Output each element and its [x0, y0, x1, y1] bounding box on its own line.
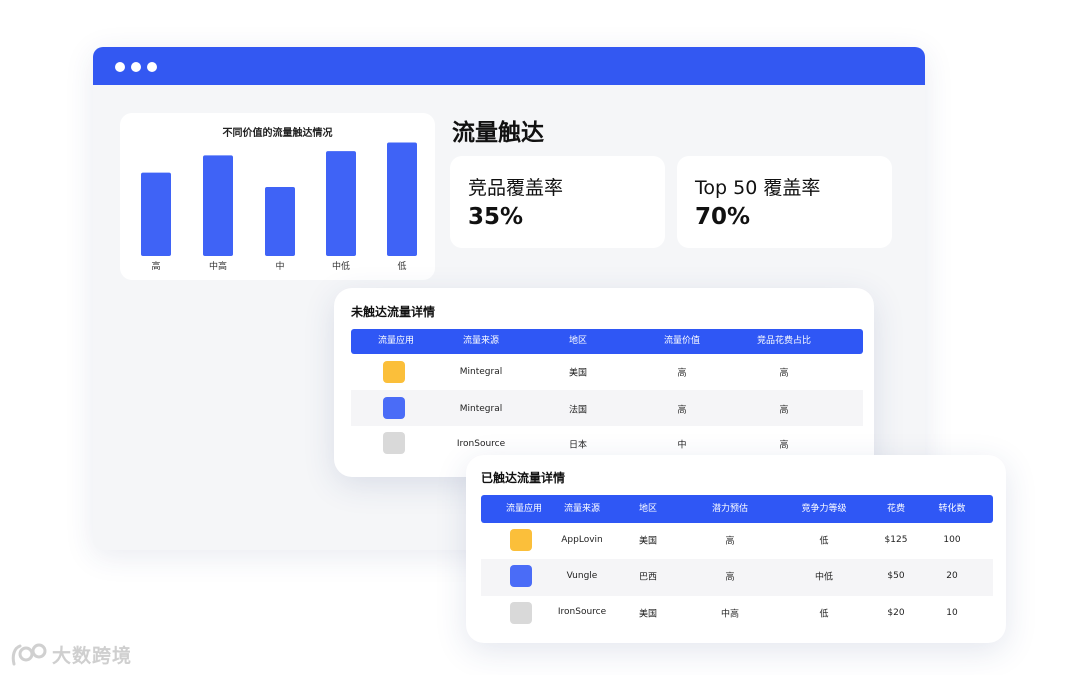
column-header[interactable]: 流量价值 [664, 329, 700, 354]
panel-title: 已触达流量详情 [481, 471, 566, 485]
traffic-source: IronSource [557, 607, 607, 617]
traffic-value: 高 [677, 368, 687, 379]
region: 美国 [568, 368, 588, 379]
table-header: 流量应用 流量来源 地区 流量价值 竞品花费占比 [351, 329, 863, 354]
potential: 高 [725, 536, 735, 547]
traffic-source: Mintegral [459, 404, 503, 414]
window-dot-icon[interactable] [115, 62, 125, 72]
potential: 高 [725, 572, 735, 583]
watermark-logo-icon [11, 643, 47, 665]
app-icon [510, 529, 532, 551]
app-icon [383, 432, 405, 454]
bar-高[interactable] [141, 172, 171, 256]
window-dot-icon[interactable] [147, 62, 157, 72]
competitor-spend-share: 高 [779, 368, 789, 379]
column-header[interactable]: 花费 [887, 495, 905, 523]
conversions: 100 [943, 535, 961, 545]
window-dot-icon[interactable] [131, 62, 141, 72]
watermark-text: 大数跨境 [52, 645, 133, 667]
traffic-source: IronSource [456, 439, 506, 449]
x-tick-label: 低 [397, 260, 406, 272]
column-header[interactable]: 流量应用 [378, 329, 414, 354]
traffic-source: AppLovin [561, 535, 603, 545]
app-icon [510, 565, 532, 587]
spend: $125 [884, 535, 908, 545]
bar-中低[interactable] [326, 151, 356, 256]
table-row[interactable]: Mintegral 美国 高 高 [351, 354, 863, 390]
column-header[interactable]: 地区 [639, 495, 657, 523]
column-header[interactable]: 流量应用 [506, 495, 542, 523]
column-header[interactable]: 竞品花费占比 [757, 329, 811, 354]
region: 巴西 [638, 572, 658, 583]
x-tick-label: 高 [151, 260, 160, 272]
watermark: 大数跨境 [10, 641, 132, 668]
table-row[interactable]: Vungle 巴西 高 中低 $50 20 [481, 559, 993, 596]
stat-card-top50-coverage: Top 50 覆盖率 70% [677, 156, 892, 248]
competition-level: 低 [819, 609, 829, 620]
competitor-spend-share: 高 [779, 405, 789, 416]
window-titlebar [93, 47, 925, 85]
traffic-value: 高 [677, 405, 687, 416]
table-header: 流量应用 流量来源 地区 潜力预估 竞争力等级 花费 转化数 [481, 495, 993, 523]
bar-chart: 高 中高 中 中低 低 [141, 142, 417, 272]
panel-title: 未触达流量详情 [351, 305, 436, 319]
potential: 中高 [720, 609, 740, 620]
conversions: 20 [946, 571, 958, 581]
competition-level: 低 [819, 536, 829, 547]
competition-level: 中低 [814, 572, 834, 583]
app-icon [510, 602, 532, 624]
bar-低[interactable] [387, 142, 417, 256]
stat-card-competitor-coverage: 竞品覆盖率 35% [450, 156, 665, 248]
x-tick-label: 中低 [332, 260, 350, 272]
app-icon [383, 397, 405, 419]
chart-card: 不同价值的流量触达情况 高中高中中低低 [120, 113, 435, 280]
stat-label: Top 50 覆盖率 [695, 177, 821, 199]
x-tick-label: 中 [275, 260, 284, 272]
traffic-value: 中 [677, 440, 687, 451]
touched-traffic-panel: 已触达流量详情 流量应用 流量来源 地区 潜力预估 竞争力等级 花费 转化数 A… [466, 455, 1006, 643]
region: 法国 [568, 405, 588, 416]
column-header[interactable]: 地区 [569, 329, 587, 354]
app-icon [383, 361, 405, 383]
table-row[interactable]: IronSource 美国 中高 低 $20 10 [481, 596, 993, 632]
conversions: 10 [946, 608, 958, 618]
stat-label: 竞品覆盖率 [468, 177, 564, 199]
bar-中[interactable] [265, 187, 295, 256]
region: 日本 [568, 440, 588, 451]
spend: $50 [887, 571, 905, 581]
spend: $20 [887, 608, 905, 618]
competitor-spend-share: 高 [779, 440, 789, 451]
column-header[interactable]: 流量来源 [564, 495, 600, 523]
column-header[interactable]: 转化数 [938, 495, 965, 523]
stat-value: 70% [695, 204, 751, 230]
column-header[interactable]: 流量来源 [463, 329, 499, 354]
region: 美国 [638, 536, 658, 547]
bar-中高[interactable] [203, 155, 233, 256]
stat-value: 35% [468, 204, 524, 230]
x-tick-label: 中高 [209, 260, 227, 272]
table-row[interactable]: Mintegral 法国 高 高 [351, 390, 863, 426]
region: 美国 [638, 609, 658, 620]
section-title: 流量触达 [452, 120, 544, 146]
column-header[interactable]: 竞争力等级 [801, 495, 846, 523]
traffic-source: Vungle [566, 571, 598, 581]
column-header[interactable]: 潜力预估 [712, 495, 748, 523]
untouched-traffic-panel: 未触达流量详情 流量应用 流量来源 地区 流量价值 竞品花费占比 Mintegr… [334, 288, 874, 477]
table-row[interactable]: AppLovin 美国 高 低 $125 100 [481, 523, 993, 559]
traffic-source: Mintegral [459, 367, 503, 377]
